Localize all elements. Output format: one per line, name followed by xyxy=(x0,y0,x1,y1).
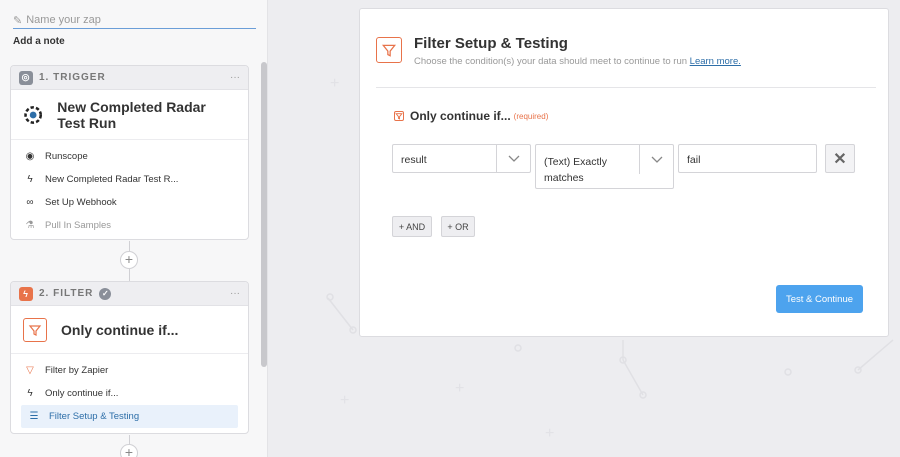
step-label: Filter by Zapier xyxy=(45,365,109,376)
filter-icon xyxy=(23,317,47,342)
step-label: Runscope xyxy=(45,151,88,162)
runscope-icon: ◉ xyxy=(25,151,35,162)
filter-setup-panel: Filter Setup & Testing Choose the condit… xyxy=(359,8,889,337)
step-new-completed[interactable]: ϟ New Completed Radar Test R... xyxy=(11,168,248,191)
step-label: New Completed Radar Test R... xyxy=(45,174,179,185)
list-icon: ☰ xyxy=(29,411,39,422)
operator-line2: matches xyxy=(544,172,584,184)
close-icon: ✕ xyxy=(833,150,847,168)
trigger-menu-button[interactable]: ··· xyxy=(230,72,240,83)
operator-value: (Text) Exactly matches xyxy=(544,154,607,186)
sidebar-scrollbar[interactable] xyxy=(261,62,267,367)
step-pull-in-samples[interactable]: ⚗ Pull In Samples xyxy=(11,214,248,237)
step-label: Pull In Samples xyxy=(45,220,112,231)
add-step-button[interactable]: + xyxy=(120,444,138,457)
connector-line xyxy=(129,269,130,281)
condition-field-select[interactable]: result xyxy=(392,144,531,173)
page-title: Filter Setup & Testing xyxy=(414,35,568,52)
bolt-icon: ϟ xyxy=(27,388,33,399)
only-continue-label: Only continue if... xyxy=(410,109,511,123)
filter-card: ϟ 2. FILTER ✓ ··· Only continue if... ▽ … xyxy=(10,281,249,434)
only-continue-heading: Only continue if... (required) xyxy=(394,109,548,123)
background-plus-icon: + xyxy=(330,75,340,92)
chevron-down-icon[interactable] xyxy=(639,145,673,174)
filter-icon: ▽ xyxy=(26,365,34,376)
step-runscope[interactable]: ◉ Runscope xyxy=(11,145,248,168)
value-text: fail xyxy=(687,154,701,166)
zap-name-placeholder: Name your zap xyxy=(26,14,101,26)
add-step-button[interactable]: + xyxy=(120,251,138,269)
operator-line1: (Text) Exactly xyxy=(544,156,608,168)
step-label: Set Up Webhook xyxy=(45,197,117,208)
condition-value-input[interactable]: fail xyxy=(678,144,817,173)
filter-header-label: 2. FILTER xyxy=(39,288,94,299)
zap-name-input[interactable]: ✎ Name your zap xyxy=(13,12,256,29)
sidebar: ✎ Name your zap Add a note ◎ 1. TRIGGER … xyxy=(0,0,268,457)
condition-operator-select[interactable]: (Text) Exactly matches xyxy=(535,144,674,189)
connector-line xyxy=(129,241,130,251)
add-note-link[interactable]: Add a note xyxy=(13,36,65,47)
link-icon: ∞ xyxy=(26,197,34,208)
trigger-card-header[interactable]: ◎ 1. TRIGGER ··· xyxy=(11,66,248,90)
step-set-up-webhook[interactable]: ∞ Set Up Webhook xyxy=(11,191,248,214)
step-label: Only continue if... xyxy=(45,388,119,399)
trigger-icon: ◎ xyxy=(19,70,33,85)
step-filter-by-zapier[interactable]: ▽ Filter by Zapier xyxy=(11,359,248,382)
runscope-logo-icon xyxy=(24,105,43,124)
flask-icon: ⚗ xyxy=(25,220,35,231)
filter-icon xyxy=(394,111,404,121)
learn-more-link[interactable]: Learn more. xyxy=(690,56,741,67)
bolt-icon: ϟ xyxy=(19,286,33,301)
add-or-button[interactable]: + OR xyxy=(441,216,475,237)
trigger-app-row[interactable]: New Completed Radar Test Run xyxy=(11,90,248,140)
filter-app-row[interactable]: Only continue if... xyxy=(11,306,248,354)
chevron-down-icon[interactable] xyxy=(496,145,530,172)
bolt-icon: ϟ xyxy=(27,174,33,185)
pencil-icon: ✎ xyxy=(13,14,23,27)
test-continue-button[interactable]: Test & Continue xyxy=(776,285,863,313)
step-filter-setup-testing[interactable]: ☰ Filter Setup & Testing xyxy=(21,405,238,428)
trigger-app-title: New Completed Radar Test Run xyxy=(57,98,206,131)
filter-icon xyxy=(376,37,402,63)
page-subtitle: Choose the condition(s) your data should… xyxy=(414,56,741,67)
field-value: result xyxy=(401,154,427,166)
required-badge: (required) xyxy=(513,111,549,121)
remove-condition-button[interactable]: ✕ xyxy=(825,144,855,173)
divider xyxy=(376,87,876,88)
trigger-header-label: 1. TRIGGER xyxy=(39,72,106,83)
subtitle-text: Choose the condition(s) your data should… xyxy=(414,56,688,67)
add-and-button[interactable]: + AND xyxy=(392,216,432,237)
step-only-continue[interactable]: ϟ Only continue if... xyxy=(11,382,248,405)
filter-app-title: Only continue if... xyxy=(61,321,179,338)
filter-card-header[interactable]: ϟ 2. FILTER ✓ ··· xyxy=(11,282,248,306)
check-circle-icon: ✓ xyxy=(99,287,112,300)
filter-menu-button[interactable]: ··· xyxy=(230,288,240,299)
step-label: Filter Setup & Testing xyxy=(49,411,140,422)
trigger-card: ◎ 1. TRIGGER ··· New Completed Radar Tes… xyxy=(10,65,249,240)
